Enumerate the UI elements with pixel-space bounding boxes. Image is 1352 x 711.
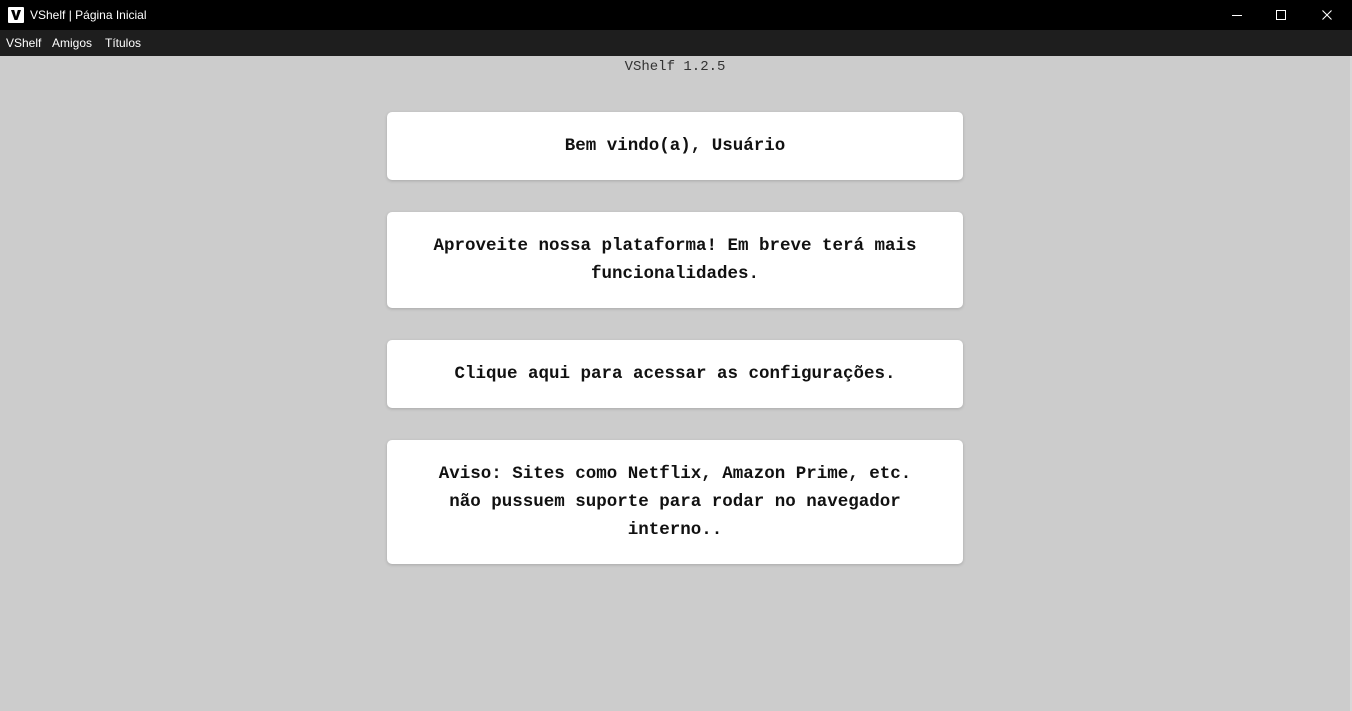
menu-item-titulos[interactable]: Títulos [105, 30, 141, 56]
warning-card: Aviso: Sites como Netflix, Amazon Prime,… [387, 440, 963, 564]
vshelf-logo-icon [8, 7, 24, 23]
welcome-text: Bem vindo(a), Usuário [564, 136, 786, 156]
settings-link-text[interactable]: Clique aqui para acessar as configuraçõe… [454, 360, 895, 388]
maximize-button[interactable] [1258, 0, 1304, 30]
close-icon [1322, 10, 1332, 20]
welcome-card: Bem vindo(a), Usuário [387, 112, 963, 180]
title-bar: VShelf | Página Inicial [0, 0, 1352, 30]
version-label: VShelf 1.2.5 [624, 59, 726, 75]
main-content: VShelf 1.2.5 Bem vindo(a), Usuário Aprov… [0, 56, 1352, 711]
close-button[interactable] [1304, 0, 1350, 30]
warning-text: Aviso: Sites como Netflix, Amazon Prime,… [438, 464, 912, 540]
settings-link-card[interactable]: Clique aqui para acessar as configuraçõe… [387, 340, 963, 408]
menu-item-amigos[interactable]: Amigos [52, 30, 92, 56]
minimize-button[interactable] [1214, 0, 1260, 30]
maximize-icon [1276, 10, 1286, 20]
menu-item-vshelf[interactable]: VShelf [6, 30, 41, 56]
window-title: VShelf | Página Inicial [30, 8, 147, 22]
menu-bar: VShelf Amigos Títulos [0, 30, 1352, 56]
info-text: Aproveite nossa plataforma! Em breve ter… [433, 236, 917, 284]
minimize-icon [1232, 15, 1242, 16]
info-card: Aproveite nossa plataforma! Em breve ter… [387, 212, 963, 308]
